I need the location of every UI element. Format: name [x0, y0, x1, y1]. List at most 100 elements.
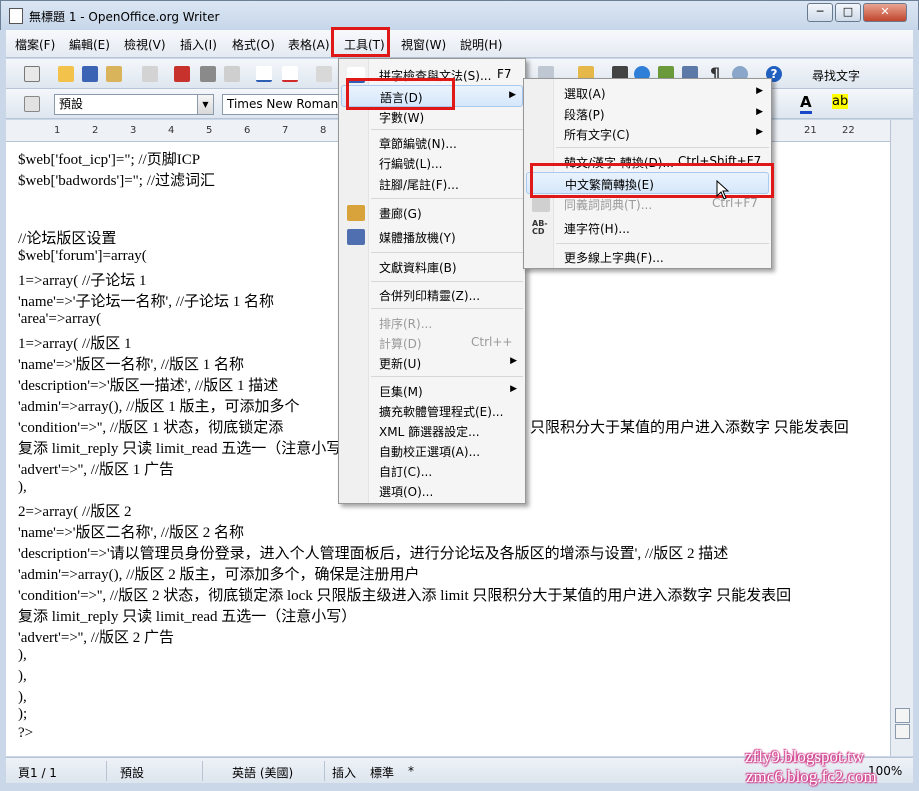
doc-line: 'admin'=>array(), //版区 1 版主，可添加多个 [18, 399, 300, 415]
doc-line: ), [18, 479, 27, 495]
tools-menu: 拼字檢查與文法(S)... F7 語言(D) ▶ 字數(W) 章節編號(N)... … [338, 58, 526, 504]
print-icon[interactable] [200, 66, 216, 82]
styles-icon[interactable] [24, 96, 40, 112]
highlight-icon[interactable]: ab [832, 94, 849, 109]
menu-item-for-all-text[interactable]: 所有文字(C) ▶ [526, 124, 769, 144]
spellcheck-icon[interactable] [256, 66, 272, 82]
menu-item-more-dictionaries[interactable]: 更多線上字典(F)... [526, 247, 769, 267]
page-preview-icon[interactable] [224, 66, 240, 82]
close-button[interactable]: ✕ [863, 3, 907, 22]
scroll-up-button[interactable] [895, 708, 910, 723]
menu-item-options[interactable]: 選項(O)... [341, 481, 523, 501]
menu-item-autocorrect[interactable]: 自動校正選項(A)... [341, 441, 523, 461]
writer-app-icon [9, 8, 23, 24]
doc-line: 'name'=>'子论坛一名称', //子论坛 1 名称 [18, 294, 275, 310]
menu-bar: 檔案(F) 編輯(E) 檢視(V) 插入(I) 格式(O) 表格(A) 工具(T… [6, 30, 913, 58]
save-icon[interactable] [82, 66, 98, 82]
menu-item-chinese-conversion[interactable]: 中文繁簡轉換(E) [526, 172, 769, 194]
menu-separator [371, 308, 523, 309]
font-name-value: Times New Roman [227, 97, 339, 111]
new-doc-icon[interactable] [24, 66, 40, 82]
menu-item-extension-manager[interactable]: 擴充軟體管理程式(E)... [341, 401, 523, 421]
menu-item-thesaurus: 同義詞詞典(T)... Ctrl+F7 [526, 194, 769, 214]
menu-table[interactable]: 表格(A) [288, 36, 330, 53]
watermark-fc2: zmc6.blog.fc2.com [746, 767, 877, 786]
vertical-scrollbar[interactable] [890, 120, 913, 756]
doc-line: ), [18, 668, 27, 684]
menu-help[interactable]: 說明(H) [460, 36, 502, 53]
font-color-icon[interactable]: A [800, 93, 812, 114]
export-pdf-icon[interactable] [174, 66, 190, 82]
ruler-tick: 5 [206, 125, 213, 136]
menu-item-xml-filter[interactable]: XML 篩選器設定... [341, 421, 523, 441]
menu-separator [371, 281, 523, 282]
menu-item-update[interactable]: 更新(U) ▶ [341, 353, 523, 373]
doc-line: 'advert'=>'', //版区 2 广告 [18, 630, 175, 646]
email-icon[interactable] [106, 66, 122, 82]
menu-tools[interactable]: 工具(T) [344, 36, 385, 53]
doc-line: 'name'=>'版区一名称', //版区 1 名称 [18, 357, 245, 373]
doc-line: $web['badwords']="; //过滤词汇 [18, 173, 216, 189]
language-submenu: 選取(A) ▶ 段落(P) ▶ 所有文字(C) ▶ 韓文/漢字 轉換(D)... Ctr… [523, 78, 772, 269]
title-bar: 無標題 1 - OpenOffice.org Writer ─ □ ✕ [0, 0, 919, 30]
menu-item-footnotes[interactable]: 註腳/尾註(F)... [341, 174, 523, 194]
menu-item-line-numbering[interactable]: 行編號(L)... [341, 153, 523, 173]
mouse-cursor-icon [716, 180, 730, 200]
scroll-down-button[interactable] [895, 724, 910, 739]
doc-line: 'description'=>'版区一描述', //版区 1 描述 [18, 378, 279, 394]
menu-file[interactable]: 檔案(F) [15, 36, 55, 53]
menu-item-word-count[interactable]: 字數(W) [341, 107, 523, 127]
doc-line: 'area'=>array( [18, 311, 102, 327]
menu-item-language[interactable]: 語言(D) ▶ [341, 85, 523, 107]
maximize-button[interactable]: □ [835, 3, 861, 22]
doc-line: 'advert'=>'', //版区 1 广告 [18, 462, 175, 478]
doc-line: 2=>array( //版区 2 [18, 504, 132, 520]
menu-insert[interactable]: 插入(I) [180, 36, 217, 53]
language-status[interactable]: 英語 (美國) [232, 764, 293, 781]
menu-item-bibliography[interactable]: 文獻資料庫(B) [341, 257, 523, 277]
menu-item-spellcheck[interactable]: 拼字檢查與文法(S)... F7 [341, 65, 523, 85]
status-divider [106, 761, 107, 781]
menu-item-gallery[interactable]: 畫廊(G) [341, 203, 523, 223]
submenu-arrow-icon: ▶ [756, 127, 763, 137]
autospell-icon[interactable] [282, 66, 298, 82]
ruler-tick: 21 [804, 125, 817, 136]
selection-mode[interactable]: 標準 [370, 764, 394, 781]
doc-line: $web['foot_icp']="; //页脚ICP [18, 152, 201, 168]
menu-item-customize[interactable]: 自訂(C)... [341, 461, 523, 481]
cut-icon[interactable] [316, 66, 332, 82]
menu-item-mail-merge[interactable]: 合併列印精靈(Z)... [341, 285, 523, 305]
edit-file-icon[interactable] [142, 66, 158, 82]
doc-line: ?> [18, 725, 34, 741]
menu-separator [371, 252, 523, 253]
menu-format[interactable]: 格式(O) [232, 36, 275, 53]
menu-item-calculate: 計算(D) Ctrl++ [379, 335, 513, 351]
open-folder-icon[interactable] [58, 66, 74, 82]
menu-separator [371, 129, 523, 130]
page-style[interactable]: 預設 [120, 764, 144, 781]
doc-line: ), [18, 689, 27, 705]
menu-window[interactable]: 視窗(W) [401, 36, 446, 53]
menu-item-for-selection[interactable]: 選取(A) ▶ [526, 83, 769, 103]
doc-line: 'admin'=>array(), //版区 2 版主，可添加多个，确保是注册用… [18, 567, 420, 583]
ruler-tick: 7 [282, 125, 289, 136]
menu-item-for-paragraph[interactable]: 段落(P) ▶ [526, 104, 769, 124]
doc-line-tail: 只限积分大于某值的用户进入添数字 只能发表回 [530, 420, 849, 436]
chevron-down-icon[interactable]: ▼ [197, 95, 213, 114]
insert-mode[interactable]: 插入 [332, 764, 356, 781]
menu-item-macros[interactable]: 巨集(M) ▶ [341, 381, 523, 401]
minimize-button[interactable]: ─ [807, 3, 833, 22]
paragraph-style-combo[interactable]: 預設 ▼ [54, 94, 214, 115]
menu-edit[interactable]: 編輯(E) [69, 36, 110, 53]
menu-item-chapter-numbering[interactable]: 章節編號(N)... [341, 133, 523, 153]
spellcheck-icon [347, 67, 365, 83]
menu-separator [556, 243, 769, 244]
font-name-combo[interactable]: Times New Roman [222, 94, 342, 115]
menu-item-hyphenation[interactable]: AB- CD 連字符(H)... [526, 218, 769, 238]
menu-item-media-player[interactable]: 媒體播放機(Y) [341, 227, 523, 247]
menu-view[interactable]: 檢視(V) [124, 36, 166, 53]
watermark-blogspot: zfly9.blogspot.tw [745, 747, 864, 766]
menu-item-hangul-hanja[interactable]: 韓文/漢字 轉換(D)... Ctrl+Shift+F7 [526, 152, 769, 172]
doc-line: 'name'=>'版区二名称', //版区 2 名称 [18, 525, 245, 541]
menu-item-sort: 排序(R)... [379, 317, 433, 331]
